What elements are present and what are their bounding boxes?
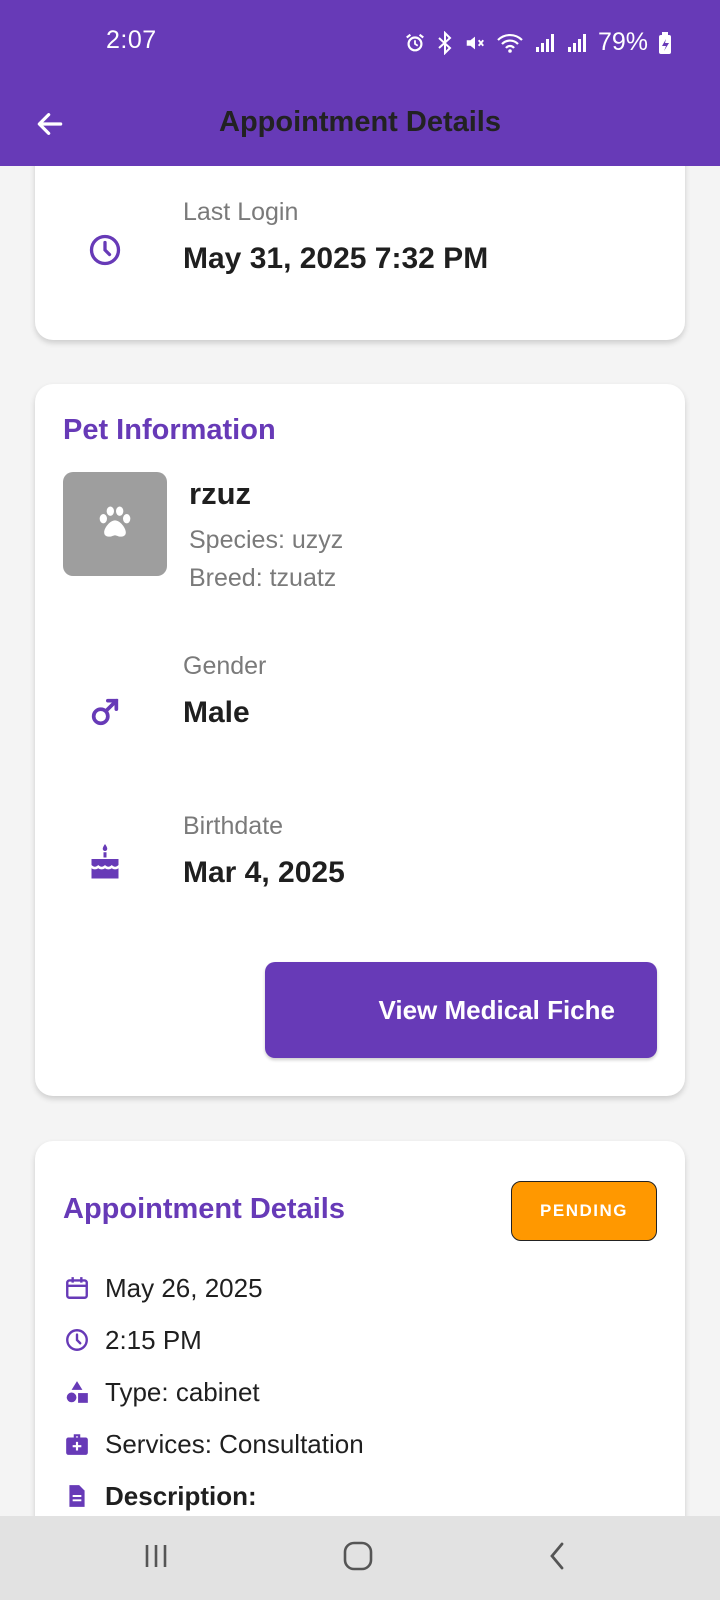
pet-avatar [63, 472, 167, 576]
pet-section-title: Pet Information [63, 414, 276, 446]
wifi-icon [496, 32, 524, 54]
appointment-services: Services: Consultation [105, 1428, 364, 1459]
page-title: Appointment Details [219, 106, 501, 138]
status-icons: 79% [404, 28, 672, 57]
bluetooth-icon [436, 30, 454, 55]
appointment-description-row: Description: [63, 1476, 257, 1516]
mute-icon [464, 32, 486, 54]
calendar-icon [63, 1274, 91, 1302]
cake-icon [85, 842, 125, 882]
pet-name: rzuz [189, 476, 251, 511]
appointment-date: May 26, 2025 [105, 1272, 263, 1303]
view-medical-fiche-button[interactable]: View Medical Fiche [265, 962, 657, 1058]
back-icon [544, 1540, 572, 1577]
appointment-details-card: Appointment Details PENDING May 26, 2025… [35, 1141, 685, 1516]
clock-icon [63, 1326, 91, 1354]
category-icon [63, 1378, 91, 1406]
paw-icon [95, 502, 135, 547]
pet-information-card: Pet Information rzuz Species: uzyz Breed… [35, 384, 685, 1096]
appointment-description-label: Description: [105, 1480, 257, 1511]
recent-apps-icon [141, 1541, 171, 1576]
medical-bag-icon [63, 1430, 91, 1458]
appointment-type-row: Type: cabinet [63, 1372, 260, 1412]
gender-label: Gender [183, 652, 267, 680]
signal-icon [534, 32, 556, 54]
signal-icon [566, 32, 588, 54]
appointment-time-row: 2:15 PM [63, 1320, 202, 1360]
home-icon [342, 1540, 374, 1577]
gender-value: Male [183, 696, 250, 729]
home-button[interactable] [328, 1536, 388, 1580]
app-bar: Appointment Details [0, 86, 720, 166]
status-time: 2:07 [106, 26, 157, 54]
status-bar: 2:07 79% [0, 0, 720, 86]
last-login-label: Last Login [183, 198, 299, 226]
system-back-button[interactable] [528, 1536, 588, 1580]
status-badge: PENDING [511, 1181, 657, 1241]
recent-apps-button[interactable] [126, 1536, 186, 1580]
clock-icon [85, 230, 125, 270]
battery-charging-icon [658, 31, 672, 55]
system-nav-bar [0, 1516, 720, 1600]
last-login-value: May 31, 2025 7:32 PM [183, 242, 489, 275]
appointment-type: Type: cabinet [105, 1376, 260, 1407]
pet-species: Species: uzyz [189, 526, 344, 554]
last-login-card: Last Login May 31, 2025 7:32 PM [35, 166, 685, 340]
appointment-time: 2:15 PM [105, 1324, 202, 1355]
birthdate-label: Birthdate [183, 812, 284, 840]
male-icon [85, 692, 125, 732]
pet-breed: Breed: tzuatz [189, 564, 337, 592]
battery-percent: 79% [597, 28, 648, 56]
scroll-content[interactable]: Last Login May 31, 2025 7:32 PM Pet Info… [0, 166, 720, 1516]
alarm-icon [404, 32, 426, 54]
document-icon [63, 1482, 91, 1510]
appointment-date-row: May 26, 2025 [63, 1268, 263, 1308]
appointment-services-row: Services: Consultation [63, 1424, 364, 1464]
birthdate-value: Mar 4, 2025 [183, 856, 345, 889]
appointment-section-title: Appointment Details [63, 1193, 345, 1225]
